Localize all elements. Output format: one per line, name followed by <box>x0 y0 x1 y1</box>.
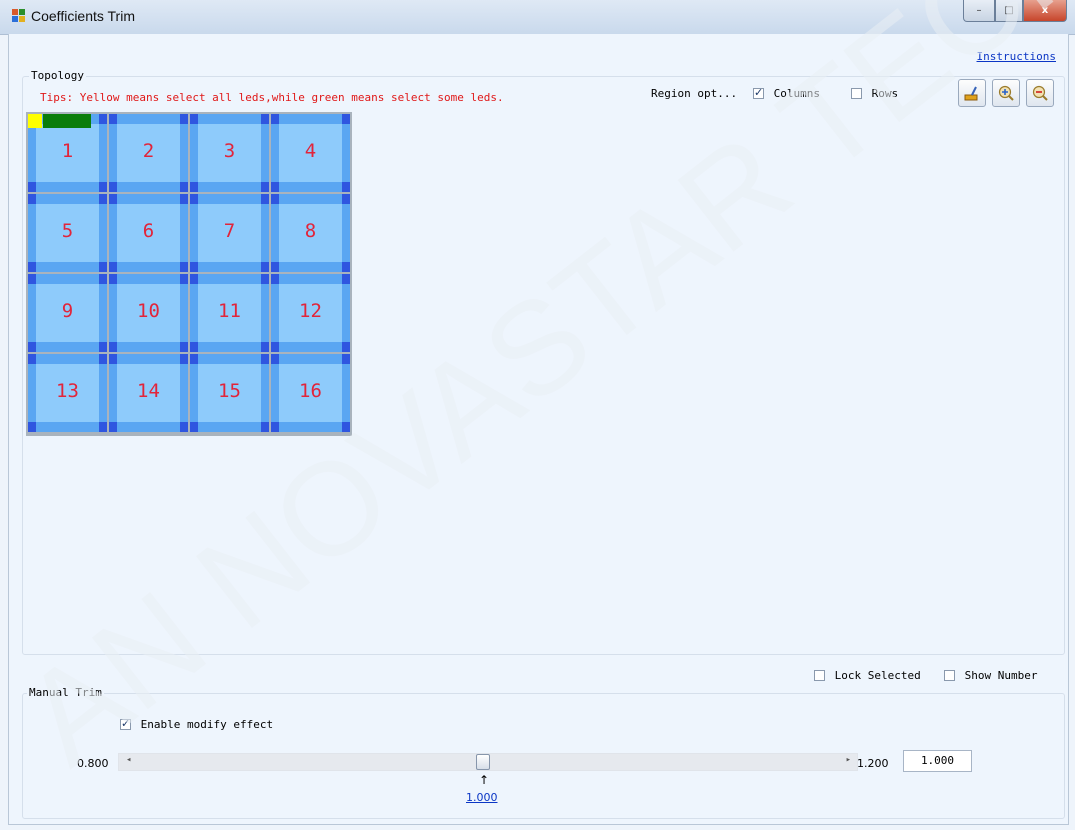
cabinet-cell[interactable]: 3 <box>190 114 269 192</box>
zoom-out-button[interactable] <box>1026 79 1054 107</box>
cabinet-number: 3 <box>223 140 236 162</box>
cabinet-cell[interactable]: 15 <box>190 354 269 432</box>
zoom-in-icon <box>998 85 1014 101</box>
enable-modify-checkbox[interactable]: Enable modify effect <box>120 717 273 731</box>
close-button[interactable]: x <box>1023 0 1067 22</box>
enable-modify-check-box[interactable] <box>120 717 131 730</box>
cabinet-cell[interactable]: 11 <box>190 274 269 352</box>
show-number-label: Show Number <box>964 668 1038 682</box>
slider-left-arrow-icon[interactable]: ◂ <box>126 755 131 765</box>
cabinet-number: 13 <box>56 380 79 402</box>
cabinet-cell[interactable]: 6 <box>109 194 188 272</box>
topology-label: Topology <box>29 69 86 82</box>
cabinet-cell[interactable]: 5 <box>28 194 107 272</box>
cabinet-cell[interactable]: 4 <box>271 114 350 192</box>
cabinet-number: 1 <box>61 140 74 162</box>
cabinet-cell[interactable]: 14 <box>109 354 188 432</box>
cabinet-number: 10 <box>137 300 160 322</box>
value-marker-arrow-icon: ↑ <box>479 773 490 787</box>
slider-right-arrow-icon[interactable]: ▸ <box>846 755 851 765</box>
lock-selected-check-box[interactable] <box>814 669 825 681</box>
zoom-in-button[interactable] <box>992 79 1020 107</box>
cabinet-cell[interactable]: 8 <box>271 194 350 272</box>
cabinet-number: 11 <box>218 300 241 322</box>
title-bar[interactable]: Coefficients Trim – □ x <box>0 0 1075 35</box>
minimize-icon: – <box>976 5 982 16</box>
cabinet-cell[interactable]: 16 <box>271 354 350 432</box>
cabinet-number: 6 <box>142 220 155 242</box>
trim-slider-thumb[interactable] <box>476 754 490 770</box>
cabinet-number: 9 <box>61 300 74 322</box>
min-value-label: 0.800 <box>77 757 109 770</box>
close-icon: x <box>1041 5 1049 16</box>
cabinet-cell[interactable]: 7 <box>190 194 269 272</box>
maximize-icon: □ <box>1004 5 1014 16</box>
cabinet-number: 5 <box>61 220 74 242</box>
minimize-button[interactable]: – <box>963 0 995 22</box>
lock-selected-label: Lock Selected <box>834 668 921 682</box>
lock-selected-checkbox[interactable]: Lock Selected <box>814 668 921 682</box>
columns-check-box[interactable] <box>753 86 764 99</box>
window-title: Coefficients Trim <box>31 8 135 24</box>
cabinet-cell[interactable]: 12 <box>271 274 350 352</box>
rows-label: Rows <box>871 86 899 100</box>
region-options-label: Region opt... <box>651 87 738 100</box>
current-value-link[interactable]: 1.000 <box>466 791 498 804</box>
app-icon <box>12 9 26 23</box>
manual-trim-label: Manual Trim <box>27 686 104 699</box>
cabinet-number: 8 <box>304 220 317 242</box>
tips-text: Tips: Yellow means select all leds,while… <box>40 91 504 104</box>
max-value-label: 1.200 <box>857 757 889 770</box>
rows-check-box[interactable] <box>851 87 862 99</box>
cabinet-cell[interactable]: 10 <box>109 274 188 352</box>
columns-label: Columns <box>773 86 820 100</box>
columns-checkbox[interactable]: Columns <box>753 86 820 100</box>
coefficients-trim-window: Coefficients Trim – □ x Instructions Top… <box>0 0 1075 830</box>
cabinet-number: 16 <box>299 380 322 402</box>
zoom-out-icon <box>1032 85 1048 101</box>
enable-modify-label: Enable modify effect <box>140 717 274 731</box>
cabinet-number: 2 <box>142 140 155 162</box>
cabinet-number: 14 <box>137 380 160 402</box>
show-number-check-box[interactable] <box>944 669 955 681</box>
partial-selected-marker[interactable] <box>43 114 91 128</box>
maximize-button[interactable]: □ <box>995 0 1023 22</box>
cabinet-cell[interactable]: 9 <box>28 274 107 352</box>
show-number-checkbox[interactable]: Show Number <box>944 668 1037 682</box>
cabinet-number: 12 <box>299 300 322 322</box>
cabinet-number: 15 <box>218 380 241 402</box>
cabinet-cell[interactable]: 2 <box>109 114 188 192</box>
cabinet-grid[interactable]: 1 2 3 4 5 6 7 8 9 10 11 12 13 14 15 16 <box>26 112 352 436</box>
clear-selection-button[interactable] <box>958 79 986 107</box>
trim-value-input[interactable]: 1.000 <box>903 750 972 772</box>
rows-checkbox[interactable]: Rows <box>851 86 898 100</box>
cabinet-number: 7 <box>223 220 236 242</box>
clear-icon <box>964 86 978 101</box>
all-selected-marker[interactable] <box>28 114 42 128</box>
cabinet-cell[interactable]: 13 <box>28 354 107 432</box>
instructions-link[interactable]: Instructions <box>977 50 1056 63</box>
cabinet-number: 4 <box>304 140 317 162</box>
